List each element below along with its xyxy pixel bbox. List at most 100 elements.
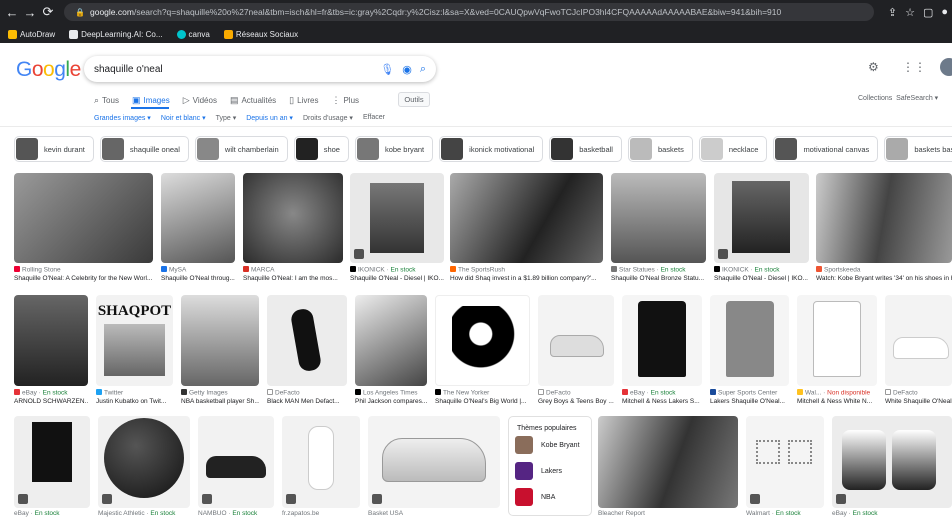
- tab-videos[interactable]: ▷ Vidéos: [183, 95, 217, 106]
- chip-kevin-durant[interactable]: kevin durant: [14, 136, 94, 162]
- result-image[interactable]: [161, 173, 235, 263]
- bookmark-autodraw[interactable]: AutoDraw: [8, 29, 55, 39]
- star-icon[interactable]: ☆: [905, 6, 915, 19]
- result-image[interactable]: [611, 173, 706, 263]
- forward-icon[interactable]: →: [22, 5, 38, 20]
- video-icon: ▷: [182, 95, 190, 105]
- collections-link[interactable]: Collections: [858, 95, 892, 102]
- product-icon: [18, 494, 28, 504]
- result-image[interactable]: [267, 295, 347, 386]
- result-caption: MySA Shaquille O'Neal throug...: [161, 266, 235, 282]
- result-image[interactable]: [14, 295, 88, 386]
- result-image[interactable]: [14, 173, 153, 263]
- tab-books[interactable]: ▯ Livres: [289, 95, 318, 106]
- chip-baskets[interactable]: baskets: [627, 136, 693, 162]
- result-caption: IKONICK · En stock Shaquille O'Neal - Die…: [350, 266, 444, 282]
- settings-icon[interactable]: ⚙: [868, 60, 879, 74]
- bookmark-deeplearning[interactable]: DeepLearning.AI: Co...: [69, 29, 163, 39]
- lens-icon[interactable]: ◉: [402, 63, 412, 76]
- tab-all[interactable]: ⌕ Tous: [94, 95, 119, 106]
- chip-thumbnail: [196, 138, 219, 160]
- favicon: [243, 266, 249, 272]
- chip-shaquille-oneal[interactable]: shaquille oneal: [99, 136, 189, 162]
- google-logo[interactable]: Google: [16, 58, 81, 82]
- result-image[interactable]: [282, 416, 360, 508]
- chip-motivational-canvas[interactable]: motivational canvas: [773, 136, 879, 162]
- theme-item[interactable]: Lakers: [509, 458, 591, 484]
- filter-clear[interactable]: Effacer: [363, 114, 385, 122]
- avatar[interactable]: [940, 58, 952, 76]
- chip-shoe[interactable]: shoe: [293, 136, 349, 162]
- filter-type[interactable]: Type ▾: [216, 114, 237, 122]
- chip-thumbnail: [16, 138, 38, 160]
- theme-item[interactable]: NBA: [509, 484, 591, 510]
- result-image[interactable]: [885, 295, 952, 386]
- result-image[interactable]: [797, 295, 877, 386]
- filter-color[interactable]: Noir et blanc ▾: [161, 114, 206, 122]
- result-image[interactable]: [355, 295, 427, 386]
- result-image[interactable]: [710, 295, 789, 386]
- extensions-icon[interactable]: ▢: [923, 6, 933, 19]
- reload-icon[interactable]: ⟳: [40, 4, 56, 20]
- chip-ikonick[interactable]: ikonick motivational: [439, 136, 544, 162]
- filter-time[interactable]: Depuis un an ▾: [246, 114, 293, 122]
- result-image[interactable]: [181, 295, 259, 386]
- filter-size[interactable]: Grandes images ▾: [94, 114, 151, 122]
- safesearch-link[interactable]: SafeSearch ▾: [896, 95, 938, 102]
- profile-icon[interactable]: ●: [941, 6, 948, 18]
- favicon: [538, 389, 544, 395]
- theme-thumbnail: [515, 436, 533, 454]
- result-image[interactable]: [538, 295, 614, 386]
- chip-wilt-chamberlain[interactable]: wilt chamberlain: [194, 136, 288, 162]
- result-image[interactable]: [98, 416, 190, 508]
- chip-baskets-basses[interactable]: baskets basses: [884, 136, 952, 162]
- filter-rights[interactable]: Droits d'usage ▾: [303, 114, 353, 122]
- result-image[interactable]: [816, 173, 952, 263]
- tools-button[interactable]: Outils: [398, 92, 430, 107]
- result-image[interactable]: [350, 173, 444, 263]
- tab-news[interactable]: ▤ Actualités: [230, 95, 276, 106]
- result-image[interactable]: [598, 416, 738, 508]
- result-image[interactable]: [198, 416, 274, 508]
- result-caption: Walmart · En stock: [746, 510, 801, 517]
- favicon: [161, 266, 167, 272]
- bookmarks-bar: AutoDraw DeepLearning.AI: Co... canva Ré…: [0, 26, 312, 42]
- result-image[interactable]: [832, 416, 952, 508]
- back-icon[interactable]: ←: [4, 5, 20, 20]
- tab-images[interactable]: ▣ Images: [132, 95, 170, 106]
- theme-item[interactable]: Kobe Bryant: [509, 432, 591, 458]
- chip-kobe-bryant[interactable]: kobe bryant: [354, 136, 434, 162]
- bookmark-canva[interactable]: canva: [176, 29, 210, 39]
- favicon: [14, 389, 20, 395]
- search-icon[interactable]: ⌕: [420, 63, 426, 76]
- result-image[interactable]: [435, 295, 530, 386]
- result-caption: eBay · En stock: [832, 510, 878, 517]
- result-image[interactable]: [746, 416, 824, 508]
- result-caption: Bleacher Report: [598, 510, 645, 517]
- tab-more[interactable]: ⋮ Plus: [331, 95, 359, 106]
- chip-necklace[interactable]: necklace: [698, 136, 768, 162]
- result-image[interactable]: [243, 173, 343, 263]
- address-bar[interactable]: 🔒 google.com/search?q=shaquille%20o%27ne…: [64, 3, 874, 21]
- canva-icon: [176, 29, 186, 39]
- result-image[interactable]: [450, 173, 603, 263]
- result-caption: Star Statues · En stock Shaquille O'Neal …: [611, 266, 705, 282]
- apps-icon[interactable]: ⋮⋮: [902, 60, 926, 74]
- result-image[interactable]: [622, 295, 702, 386]
- result-caption: IKONICK · En stock Shaquille O'Neal - Die…: [714, 266, 808, 282]
- search-box[interactable]: 🎙 ◉ ⌕: [84, 56, 436, 82]
- share-icon[interactable]: ⇪: [888, 6, 897, 19]
- chip-basketball[interactable]: basketball: [549, 136, 622, 162]
- favicon: [797, 389, 803, 395]
- result-caption: Getty Images NBA basketball player Sh...: [181, 389, 259, 405]
- result-image[interactable]: [368, 416, 500, 508]
- result-image[interactable]: [14, 416, 90, 508]
- bookmark-reseaux[interactable]: Réseaux Sociaux: [223, 29, 298, 39]
- search-input[interactable]: [94, 63, 373, 75]
- product-icon: [718, 249, 728, 259]
- result-image[interactable]: [714, 173, 809, 263]
- result-image[interactable]: SHAQPOT: [96, 295, 173, 386]
- favicon: [267, 389, 273, 395]
- result-caption: Super Sports Center Lakers Shaquille O'Ne…: [710, 389, 785, 405]
- mic-icon[interactable]: 🎙: [380, 63, 394, 76]
